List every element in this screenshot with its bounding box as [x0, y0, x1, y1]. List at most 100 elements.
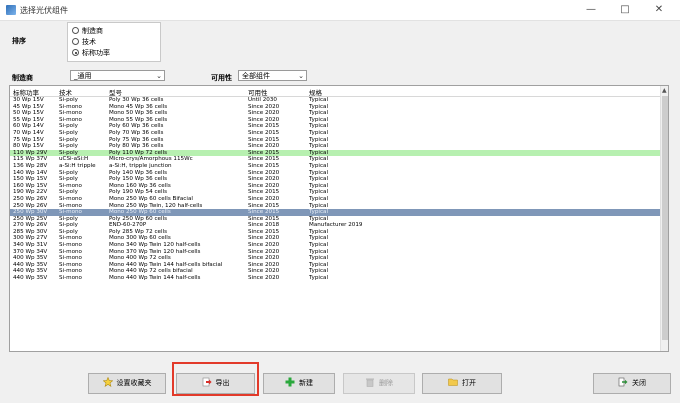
availability-select[interactable]: 全部组件 ⌄: [238, 70, 307, 81]
close-button[interactable]: 关闭: [593, 373, 671, 394]
table-row[interactable]: 440 Wp 35V Si-mono Mono 440 Wp Twin 144 ha…: [10, 275, 660, 282]
cell-specification: Typical: [309, 242, 329, 249]
app-icon: [6, 5, 16, 15]
cell-technology: Si-mono: [59, 110, 82, 117]
cell-model: Poly 80 Wp 36 cells: [109, 143, 164, 150]
header-technology[interactable]: 技术: [59, 87, 72, 97]
cell-technology: Si-poly: [59, 149, 78, 156]
cell-nominal-power: 250 Wp 30V: [13, 209, 48, 216]
table-row[interactable]: 440 Wp 35V Si-mono Mono 440 Wp 72 cells bi…: [10, 268, 660, 275]
export-highlight-box: [172, 362, 259, 396]
sort-option-manufacturer[interactable]: 制造商: [72, 26, 103, 36]
cell-technology: Si-poly: [59, 189, 78, 196]
cell-technology: Si-poly: [59, 222, 78, 229]
table-row[interactable]: 45 Wp 15V Si-mono Mono 45 Wp 36 cells Since…: [10, 104, 660, 111]
cell-model: Mono 440 Wp 72 cells bifacial: [109, 268, 193, 275]
table-row[interactable]: 136 Wp 28V a-Si:H tripple a-Si:H, tripple …: [10, 163, 660, 170]
table-row[interactable]: 250 Wp 26V Si-mono Mono 250 Wp 60 cells Bi…: [10, 196, 660, 203]
cell-specification: Typical: [309, 209, 329, 216]
cell-nominal-power: 136 Wp 28V: [13, 162, 48, 169]
header-nominal-power[interactable]: 标称功率: [13, 87, 39, 97]
sort-label: 排序: [12, 37, 26, 45]
table-row[interactable]: 115 Wp 37V uCSi-aSi:H Micro-crys/Amorphous…: [10, 156, 660, 163]
cell-specification: Typical: [309, 136, 329, 143]
radio-icon[interactable]: [72, 38, 79, 45]
cell-nominal-power: 80 Wp 15V: [13, 143, 44, 150]
table-row[interactable]: 70 Wp 14V Si-poly Poly 70 Wp 36 cells Since…: [10, 130, 660, 137]
table-row[interactable]: 300 Wp 27V Si-mono Mono 300 Wp 60 cells Sin…: [10, 235, 660, 242]
table-row[interactable]: 160 Wp 15V Si-mono Mono 160 Wp 36 cells Sin…: [10, 183, 660, 190]
header-availability[interactable]: 可用性: [248, 87, 268, 97]
delete-button[interactable]: 删除: [343, 373, 415, 394]
scroll-up-icon[interactable]: ▲: [662, 87, 667, 94]
table-row[interactable]: 110 Wp 29V Si-poly Poly 110 Wp 72 cells Sin…: [10, 149, 660, 157]
cell-technology: Si-mono: [59, 261, 82, 268]
header-model[interactable]: 型号: [109, 87, 122, 97]
sort-option-nominal-power[interactable]: 标称功率: [72, 48, 110, 58]
cell-availability: Since 2015: [248, 129, 280, 136]
folder-icon: [448, 376, 458, 386]
list-rows: 30 Wp 15V Si-poly Poly 30 Wp 36 cells Until…: [10, 97, 660, 282]
radio-selected-icon[interactable]: [72, 49, 79, 56]
table-row[interactable]: 285 Wp 30V Si-poly Poly 285 Wp 72 cells Sin…: [10, 229, 660, 236]
cell-availability: Since 2015: [248, 215, 280, 222]
cell-availability: Since 2020: [248, 110, 280, 117]
cell-specification: Typical: [309, 123, 329, 130]
cell-nominal-power: 45 Wp 15V: [13, 103, 44, 110]
cell-availability: Since 2015: [248, 136, 280, 143]
minimize-icon[interactable]: —: [574, 0, 608, 20]
cell-model: Poly 150 Wp 36 cells: [109, 176, 167, 183]
cell-technology: Si-poly: [59, 97, 78, 103]
cell-technology: Si-mono: [59, 116, 82, 123]
table-row[interactable]: 60 Wp 14V Si-poly Poly 60 Wp 36 cells Since…: [10, 123, 660, 130]
table-row[interactable]: 400 Wp 35V Si-mono Mono 400 Wp 72 cells Sin…: [10, 255, 660, 262]
table-row[interactable]: 150 Wp 15V Si-poly Poly 150 Wp 36 cells Sin…: [10, 176, 660, 183]
table-row[interactable]: 50 Wp 15V Si-mono Mono 50 Wp 36 cells Since…: [10, 110, 660, 117]
close-window-icon[interactable]: ✕: [642, 0, 676, 20]
new-button[interactable]: 新建: [263, 373, 335, 394]
header-specification[interactable]: 规格: [309, 87, 322, 97]
scrollbar-thumb[interactable]: [662, 96, 668, 340]
cell-model: a-Si:H, tripple junction: [109, 162, 172, 169]
cell-nominal-power: 110 Wp 29V: [13, 149, 48, 156]
maximize-icon[interactable]: □: [608, 0, 642, 20]
cell-model: Mono 160 Wp 36 cells: [109, 182, 171, 189]
table-row[interactable]: 250 Wp 30V Si-mono Mono 250 Wp 60 cells Sin…: [10, 209, 660, 216]
manufacturer-select[interactable]: _通用 ⌄: [70, 70, 165, 81]
table-row[interactable]: 270 Wp 26V Si-poly END-60-270P Since 2018 Ma…: [10, 222, 660, 229]
table-row[interactable]: 340 Wp 31V Si-mono Mono 340 Wp Twin 120 ha…: [10, 242, 660, 249]
cell-specification: Typical: [309, 169, 329, 176]
table-row[interactable]: 140 Wp 14V Si-poly Poly 140 Wp 36 cells Sin…: [10, 170, 660, 177]
table-row[interactable]: 370 Wp 34V Si-mono Mono 370 Wp Twin 120 ha…: [10, 249, 660, 256]
module-list[interactable]: 标称功率 技术 型号 可用性 规格 30 Wp 15V Si-poly Poly 3…: [9, 85, 669, 352]
table-row[interactable]: 55 Wp 15V Si-mono Mono 55 Wp 36 cells Since…: [10, 117, 660, 124]
radio-icon[interactable]: [72, 27, 79, 34]
vertical-scrollbar[interactable]: ▲: [660, 86, 668, 351]
manufacturer-label: 制造商: [12, 74, 33, 82]
set-favorites-button[interactable]: 设置收藏夹: [88, 373, 166, 394]
sort-option-technology[interactable]: 技术: [72, 37, 96, 47]
cell-specification: Typical: [309, 189, 329, 196]
exit-icon: [618, 376, 628, 387]
table-row[interactable]: 80 Wp 15V Si-poly Poly 80 Wp 36 cells Since…: [10, 143, 660, 150]
table-row[interactable]: 190 Wp 22V Si-poly Poly 190 Wp 54 cells Sin…: [10, 189, 660, 196]
table-row[interactable]: 250 Wp 25V Si-poly Poly 250 Wp 60 cells Sin…: [10, 216, 660, 223]
table-row[interactable]: 30 Wp 15V Si-poly Poly 30 Wp 36 cells Until…: [10, 97, 660, 104]
table-row[interactable]: 75 Wp 15V Si-poly Poly 75 Wp 36 cells Since…: [10, 137, 660, 144]
open-button[interactable]: 打开: [422, 373, 502, 394]
cell-availability: Since 2020: [248, 169, 280, 176]
cell-model: Mono 55 Wp 36 cells: [109, 116, 168, 123]
cell-specification: Typical: [309, 195, 329, 202]
cell-nominal-power: 400 Wp 35V: [13, 255, 48, 262]
table-row[interactable]: 250 Wp 26V Si-mono Mono 250 Wp Twin, 120 h…: [10, 203, 660, 210]
cell-model: Poly 140 Wp 36 cells: [109, 169, 167, 176]
sort-options: 制造商 技术 标称功率: [67, 22, 161, 62]
cell-model: Poly 285 Wp 72 cells: [109, 228, 167, 235]
cell-nominal-power: 70 Wp 14V: [13, 129, 44, 136]
table-row[interactable]: 440 Wp 35V Si-mono Mono 440 Wp Twin 144 ha…: [10, 262, 660, 269]
list-header: 标称功率 技术 型号 可用性 规格: [10, 86, 660, 97]
window-title: 选择光伏组件: [20, 6, 68, 15]
cell-model: Poly 30 Wp 36 cells: [109, 97, 164, 103]
cell-nominal-power: 440 Wp 35V: [13, 268, 48, 275]
cell-availability: Since 2020: [248, 176, 280, 183]
